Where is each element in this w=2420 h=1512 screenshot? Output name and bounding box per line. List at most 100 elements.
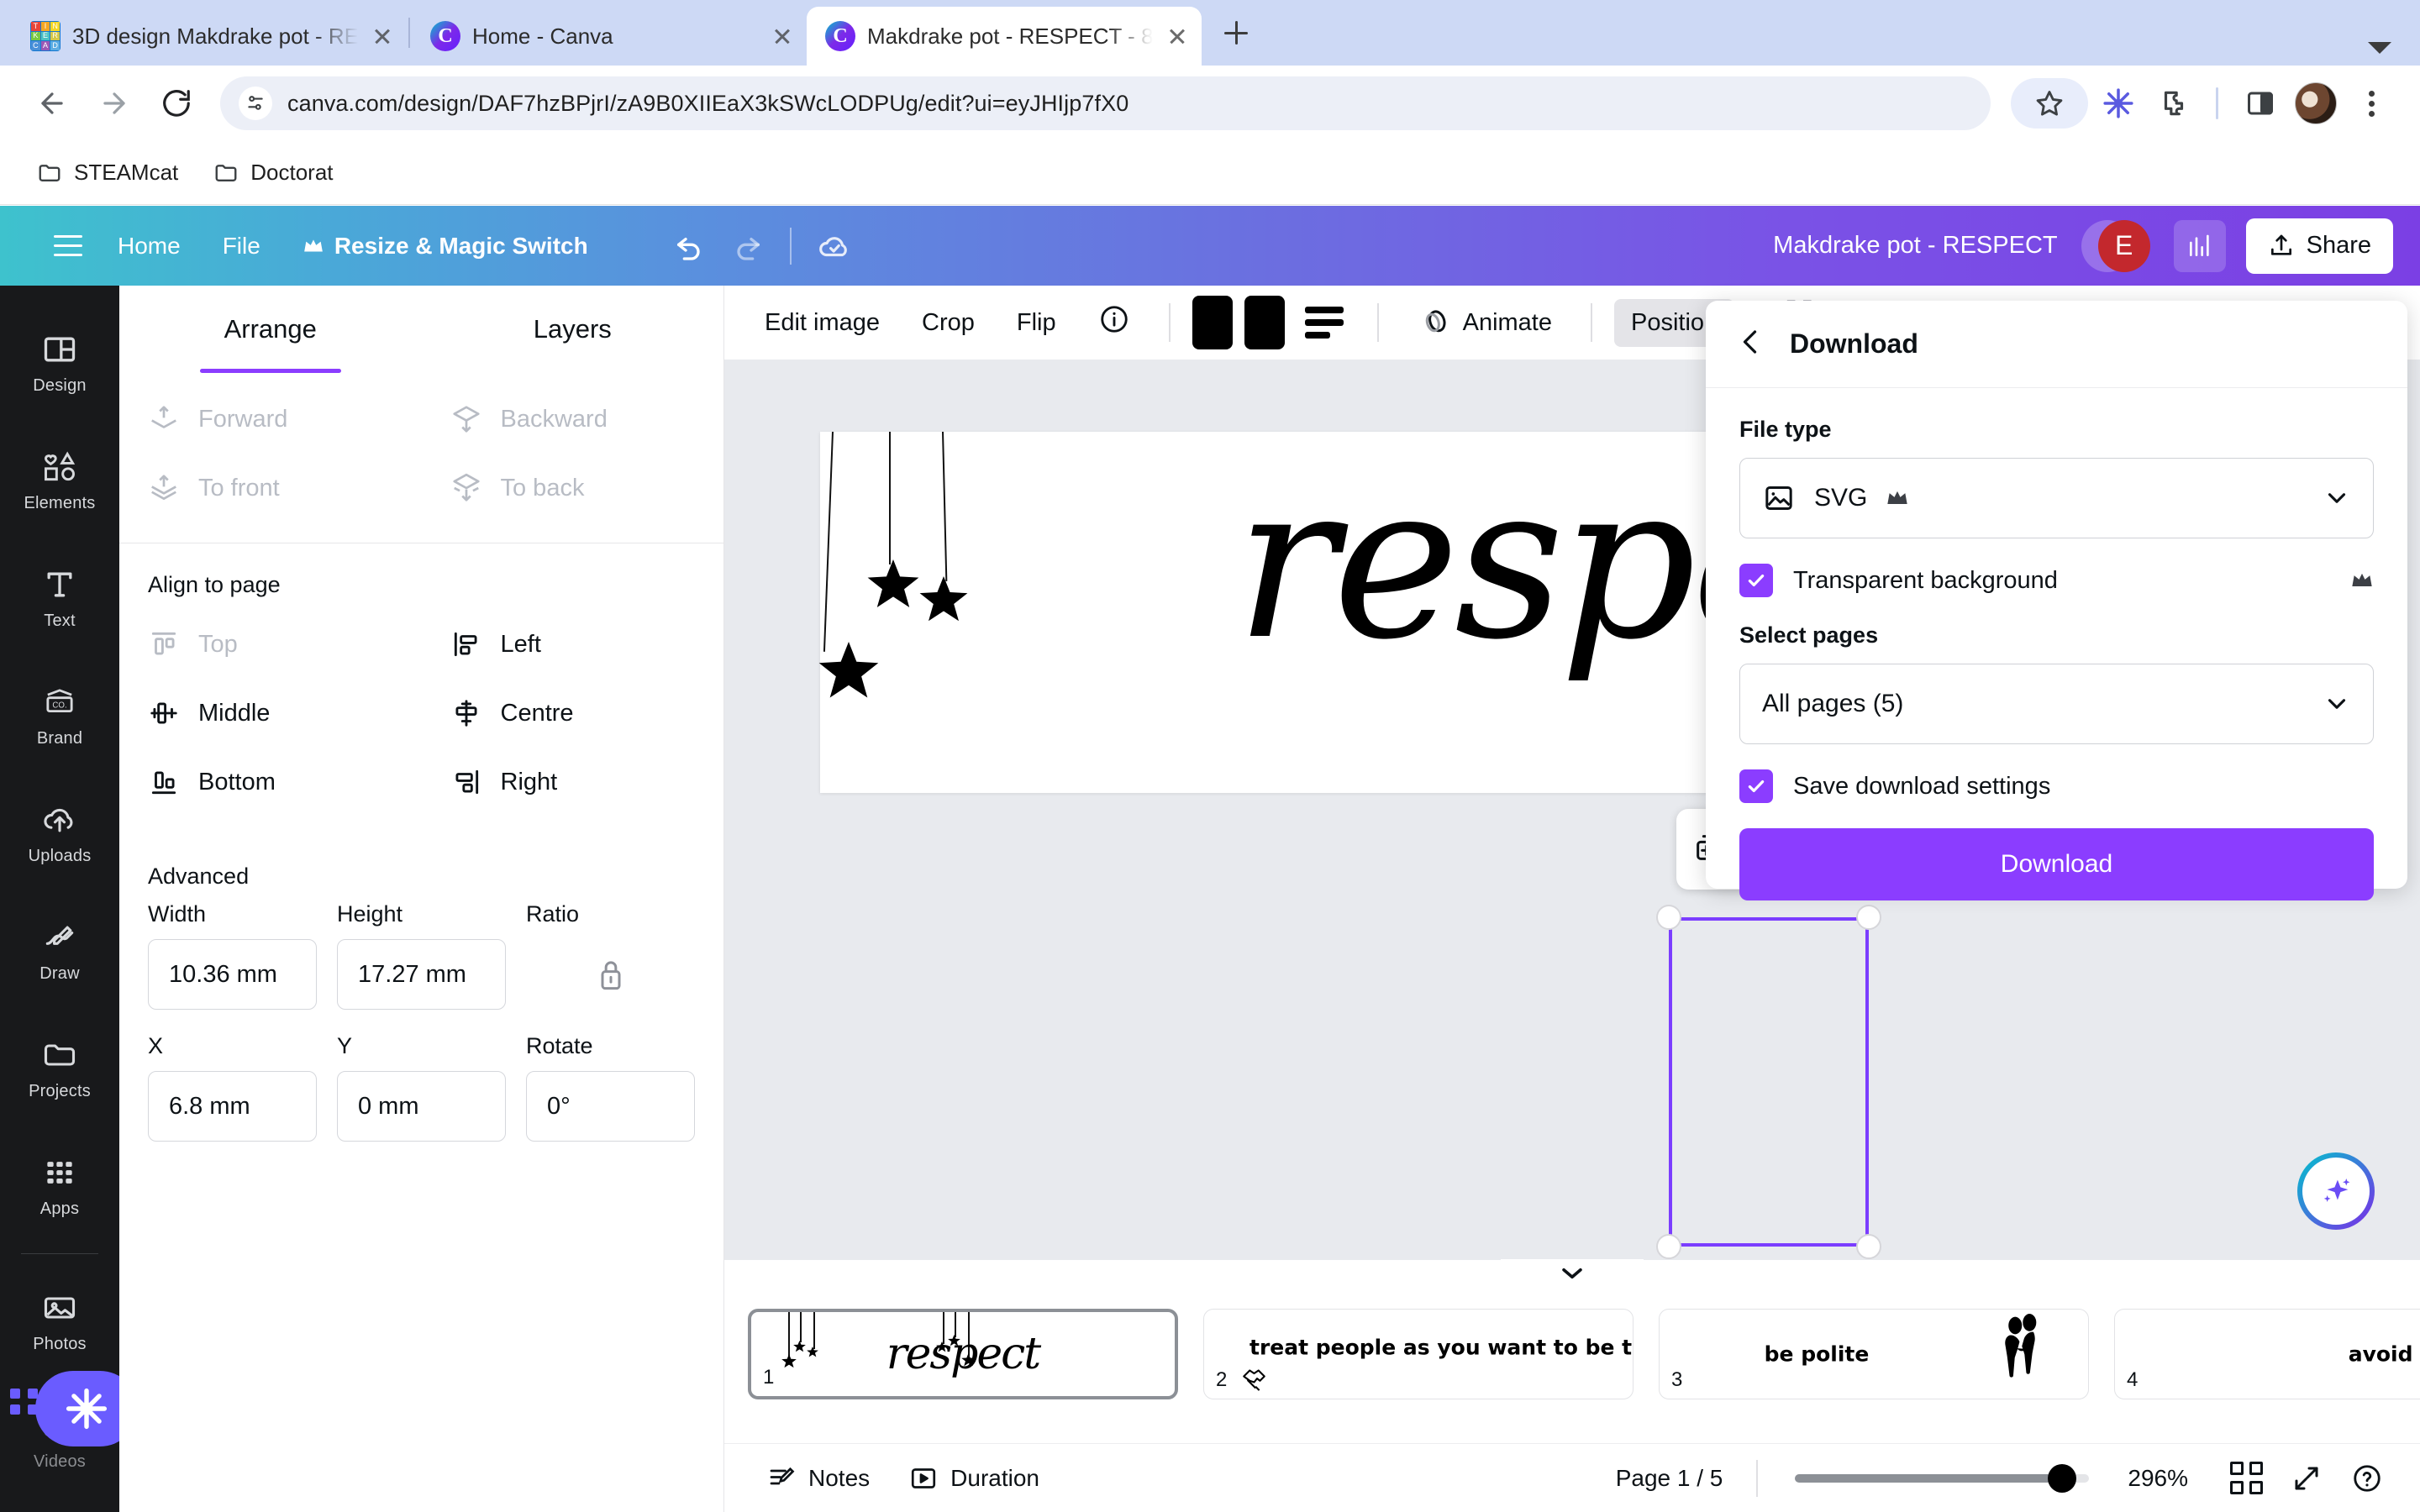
browser-tab-1[interactable]: C Home - Canva <box>412 7 807 66</box>
sidebar-item-text[interactable]: Text <box>9 539 110 657</box>
undo-icon[interactable] <box>664 220 716 272</box>
resize-handle-br[interactable] <box>1856 1234 1881 1259</box>
zoom-slider-knob[interactable] <box>2048 1463 2077 1493</box>
forward-icon[interactable] <box>86 75 143 132</box>
align-right[interactable]: Right <box>422 748 724 816</box>
sidebar-item-projects[interactable]: Projects <box>9 1010 110 1127</box>
insights-bar-chart-icon[interactable] <box>2173 219 2226 272</box>
color-swatch-black-icon[interactable] <box>1192 296 1233 349</box>
zoom-level-label: 296% <box>2128 1464 2188 1491</box>
align-section-title: Align to page <box>148 572 281 597</box>
align-top[interactable]: Top <box>119 610 422 679</box>
sidebar-item-uploads[interactable]: Uploads <box>9 774 110 892</box>
info-circle-icon[interactable] <box>1081 293 1147 352</box>
cloud-saved-icon[interactable] <box>808 220 860 272</box>
back-icon[interactable] <box>24 75 81 132</box>
site-settings-icon[interactable] <box>239 87 272 120</box>
profile-avatar-icon[interactable] <box>2291 78 2341 129</box>
animate-button[interactable]: Animate <box>1401 296 1569 349</box>
browser-menu-icon[interactable] <box>2346 78 2396 129</box>
close-icon[interactable] <box>370 24 395 49</box>
resize-handle-tl[interactable] <box>1656 905 1681 930</box>
edit-image-button[interactable]: Edit image <box>748 299 897 347</box>
close-icon[interactable] <box>1165 24 1190 49</box>
back-chevron-icon[interactable] <box>1736 327 1766 361</box>
sidebar-item-photos[interactable]: Photos <box>9 1263 110 1380</box>
canva-extension-icon[interactable] <box>2093 78 2144 129</box>
page-thumbnail-1[interactable]: respect 1 <box>748 1309 1178 1399</box>
save-download-settings-checkbox[interactable] <box>1739 769 1773 803</box>
ratio-lock-button[interactable] <box>526 939 695 1010</box>
collapse-strip-button[interactable] <box>1501 1259 1644 1298</box>
grid-view-icon[interactable] <box>2222 1454 2270 1503</box>
redo-icon[interactable] <box>721 220 773 272</box>
magic-studio-fab[interactable] <box>2297 1152 2375 1230</box>
resize-handle-tr[interactable] <box>1856 905 1881 930</box>
align-label: Bottom <box>198 768 276 795</box>
reload-icon[interactable] <box>148 75 205 132</box>
check-icon <box>1748 574 1765 587</box>
new-tab-button[interactable] <box>1210 7 1262 59</box>
align-middle[interactable]: Middle <box>119 679 422 748</box>
order-action-forward[interactable]: Forward <box>119 385 422 454</box>
width-input[interactable]: 10.36 mm <box>148 939 317 1010</box>
resize-magic-switch-button[interactable]: Resize & Magic Switch <box>284 223 607 270</box>
file-type-select[interactable]: SVG <box>1739 458 2374 538</box>
align-label: Centre <box>500 699 574 727</box>
sidebar-item-brand[interactable]: CO. Brand <box>9 657 110 774</box>
transparent-background-checkbox[interactable] <box>1739 564 1773 597</box>
duration-button[interactable]: Duration <box>895 1455 1053 1502</box>
tab-list-chevron-icon[interactable] <box>2368 42 2391 54</box>
sidebar-item-elements[interactable]: Elements <box>9 422 110 539</box>
close-icon[interactable] <box>770 24 795 49</box>
bookmark-steamcat[interactable]: STEAMcat <box>24 153 192 192</box>
height-input[interactable]: 17.27 mm <box>337 939 506 1010</box>
order-action-to-back[interactable]: To back <box>422 454 724 522</box>
download-button[interactable]: Download <box>1739 828 2374 900</box>
page-thumbnail-2[interactable]: treat people as you want to be treated 2 <box>1203 1309 1634 1399</box>
page-thumbnail-4[interactable]: avoid criticising 4 <box>2114 1309 2420 1399</box>
chevron-down-icon <box>1562 1268 1582 1279</box>
order-action-to-front[interactable]: To front <box>119 454 422 522</box>
notes-button[interactable]: Notes <box>753 1455 883 1502</box>
x-input[interactable]: 6.8 mm <box>148 1071 317 1142</box>
tab-arrange[interactable]: Arrange <box>119 286 422 373</box>
flip-button[interactable]: Flip <box>1000 299 1073 347</box>
page-thumbnail-3[interactable]: be polite 3 <box>1659 1309 2089 1399</box>
address-bar[interactable]: canva.com/design/DAF7hzBPjrI/zA9B0XIIEaX… <box>220 76 1991 130</box>
order-action-backward[interactable]: Backward <box>422 385 724 454</box>
align-left[interactable]: Left <box>422 610 724 679</box>
help-question-icon[interactable] <box>2343 1454 2391 1503</box>
zoom-slider[interactable] <box>1795 1463 2090 1493</box>
bookmark-doctorat[interactable]: Doctorat <box>200 153 346 192</box>
y-input[interactable]: 0 mm <box>337 1071 506 1142</box>
align-centre[interactable]: Centre <box>422 679 724 748</box>
user-avatar[interactable]: E <box>2097 219 2150 272</box>
share-button[interactable]: Share <box>2245 218 2393 274</box>
side-panel-icon[interactable] <box>2235 78 2286 129</box>
menu-home[interactable]: Home <box>99 223 199 270</box>
crop-button[interactable]: Crop <box>905 299 992 347</box>
selection-bounding-box[interactable] <box>1656 905 1881 1259</box>
extensions-puzzle-icon[interactable] <box>2149 78 2199 129</box>
hamburger-icon[interactable] <box>42 220 94 272</box>
sidebar-item-apps[interactable]: Apps <box>9 1127 110 1245</box>
document-title[interactable]: Makdrake pot - RESPECT <box>1773 232 2057 260</box>
sidebar-item-design[interactable]: Design <box>9 304 110 422</box>
menu-file[interactable]: File <box>204 223 279 270</box>
transparent-background-row[interactable]: Transparent background <box>1739 564 2374 597</box>
rotate-input[interactable]: 0° <box>526 1071 695 1142</box>
bookmark-star-icon[interactable] <box>2011 78 2088 129</box>
spacing-lines-icon[interactable] <box>1293 297 1355 349</box>
select-pages-select[interactable]: All pages (5) <box>1739 664 2374 744</box>
browser-tab-0[interactable]: TIN KER CAD 3D design Makdrake pot - RE <box>12 7 407 66</box>
resize-handle-bl[interactable] <box>1656 1234 1681 1259</box>
tab-layers[interactable]: Layers <box>422 286 724 373</box>
align-bottom[interactable]: Bottom <box>119 748 422 816</box>
color-swatch-black-2-icon[interactable] <box>1244 296 1285 349</box>
sidebar-item-draw[interactable]: Draw <box>9 892 110 1010</box>
animate-label: Animate <box>1462 308 1552 336</box>
save-download-settings-row[interactable]: Save download settings <box>1739 769 2374 803</box>
browser-tab-2-active[interactable]: C Makdrake pot - RESPECT - 80 <box>807 7 1202 66</box>
fullscreen-expand-icon[interactable] <box>2282 1454 2331 1503</box>
